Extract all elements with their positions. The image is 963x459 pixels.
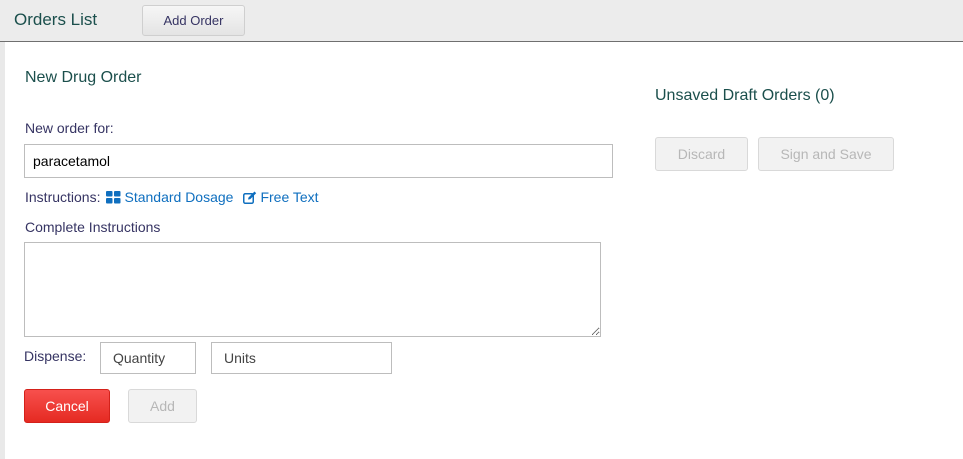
new-drug-order-heading: New Drug Order [25, 69, 142, 86]
top-bar: Orders List Add Order [0, 0, 963, 42]
standard-dosage-link[interactable]: Standard Dosage [106, 189, 233, 205]
edit-icon [243, 191, 257, 204]
dispense-label: Dispense: [24, 348, 87, 364]
quantity-input[interactable] [100, 342, 196, 374]
cancel-button[interactable]: Cancel [24, 389, 110, 423]
drug-search-input[interactable] [24, 144, 613, 178]
complete-instructions-textarea[interactable] [24, 242, 601, 337]
new-order-for-label: New order for: [25, 120, 114, 136]
unsaved-draft-orders-heading: Unsaved Draft Orders (0) [655, 87, 835, 104]
complete-instructions-label: Complete Instructions [25, 219, 161, 235]
discard-button[interactable]: Discard [655, 137, 748, 171]
free-text-link[interactable]: Free Text [243, 189, 319, 205]
grid-icon [106, 190, 121, 203]
sign-and-save-button[interactable]: Sign and Save [758, 137, 894, 171]
units-input[interactable] [211, 342, 392, 374]
add-order-button[interactable]: Add Order [142, 5, 245, 36]
add-button[interactable]: Add [128, 389, 197, 423]
instructions-label: Instructions: [25, 189, 101, 205]
free-text-label: Free Text [260, 189, 319, 205]
standard-dosage-label: Standard Dosage [124, 189, 234, 205]
instructions-row: Instructions: Standard Dosage Free Text [25, 189, 319, 205]
orders-list-title[interactable]: Orders List [14, 10, 97, 30]
